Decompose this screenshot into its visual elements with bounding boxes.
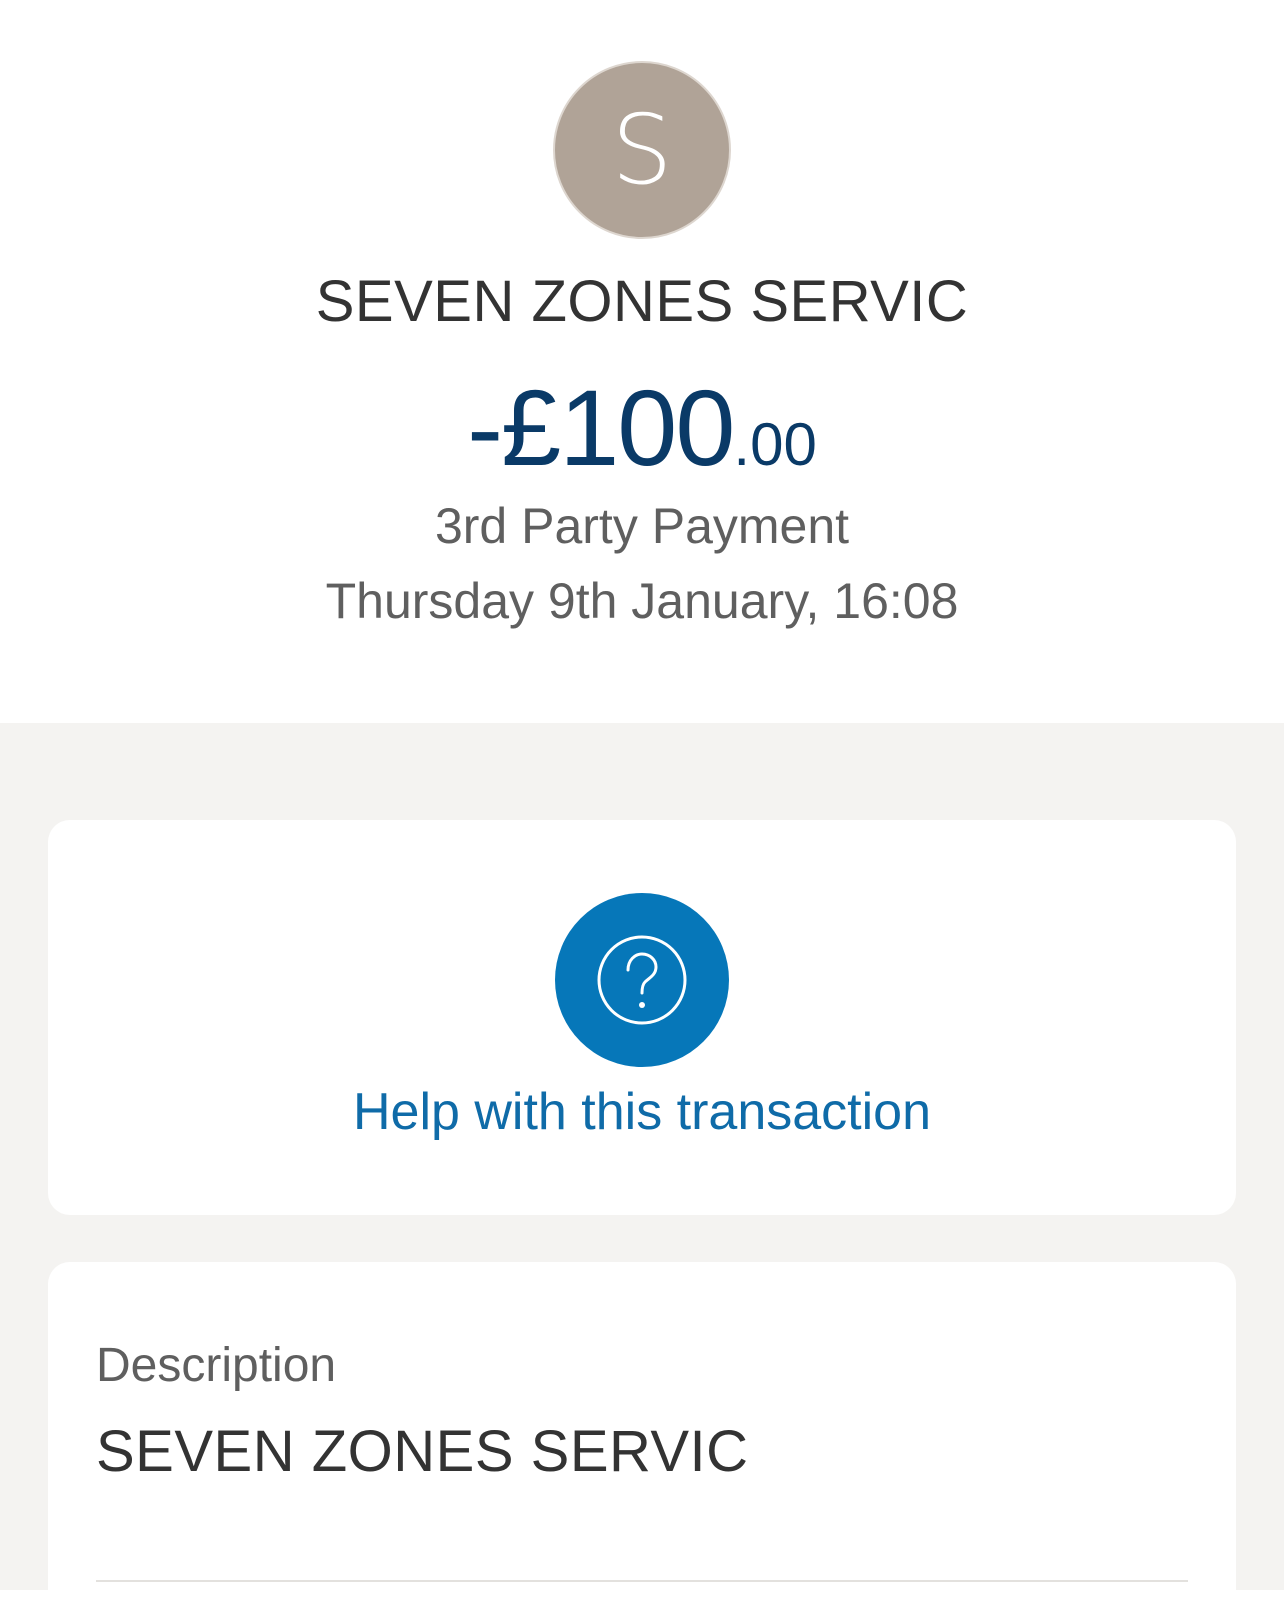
transaction-amount: -£100.00 bbox=[0, 365, 1284, 490]
details-divider bbox=[96, 1580, 1188, 1582]
help-with-transaction-card[interactable]: Help with this transaction bbox=[48, 820, 1236, 1215]
transaction-details-card: Description SEVEN ZONES SERVIC bbox=[48, 1262, 1236, 1622]
description-label: Description bbox=[96, 1339, 337, 1392]
transaction-header: S SEVEN ZONES SERVIC -£100.00 3rd Party … bbox=[0, 0, 1284, 723]
merchant-avatar: S bbox=[553, 61, 731, 239]
transaction-datetime: Thursday 9th January, 16:08 bbox=[325, 573, 959, 629]
amount-minor: .00 bbox=[733, 411, 817, 478]
help-link-label[interactable]: Help with this transaction bbox=[48, 1082, 1236, 1142]
transaction-type: 3rd Party Payment bbox=[434, 498, 850, 554]
amount-major: -£100 bbox=[467, 367, 735, 488]
help-button[interactable] bbox=[555, 893, 729, 1067]
merchant-name: SEVEN ZONES SERVIC bbox=[315, 269, 969, 334]
question-circle-icon bbox=[597, 935, 687, 1025]
description-value: SEVEN ZONES SERVIC bbox=[96, 1419, 749, 1484]
